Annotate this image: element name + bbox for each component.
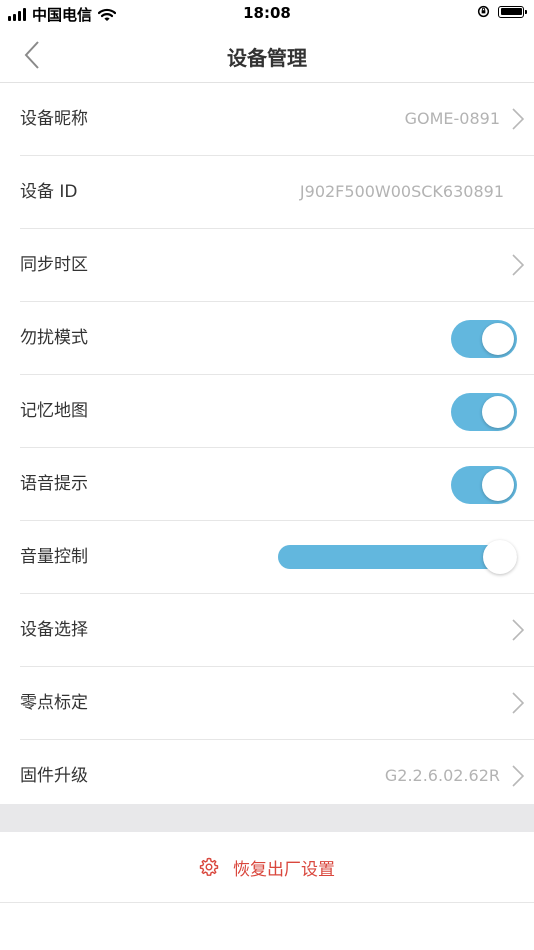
toggle-knob: [482, 469, 514, 501]
row-value: G2.2.6.02.62R: [384, 766, 500, 785]
row-sync-timezone[interactable]: 同步时区: [20, 229, 534, 302]
slider-fill: [278, 545, 500, 569]
volume-slider[interactable]: [278, 539, 517, 575]
memory-map-toggle[interactable]: [451, 393, 517, 431]
battery-icon: [498, 5, 527, 18]
row-device-nickname[interactable]: 设备昵称 GOME-0891: [20, 83, 534, 156]
dnd-toggle[interactable]: [451, 320, 517, 358]
chevron-right-icon: [512, 619, 524, 641]
row-memory-map: 记忆地图: [20, 375, 534, 448]
row-device-id: 设备 ID J902F500W00SCK630891: [20, 156, 534, 229]
toggle-knob: [482, 396, 514, 428]
navigation-bar: 设备管理: [0, 28, 534, 83]
chevron-right-icon: [512, 765, 524, 787]
chevron-right-icon: [512, 692, 524, 714]
row-label: 同步时区: [20, 255, 88, 275]
gear-icon: [199, 857, 219, 876]
voice-prompt-toggle[interactable]: [451, 466, 517, 504]
factory-reset-button[interactable]: 恢复出厂设置: [0, 832, 534, 903]
status-right: [477, 5, 527, 18]
settings-list: 设备昵称 GOME-0891 设备 ID J902F500W00SCK63089…: [0, 83, 534, 812]
row-device-select[interactable]: 设备选择: [20, 594, 534, 667]
slider-thumb[interactable]: [483, 540, 517, 574]
row-label: 零点标定: [20, 693, 88, 713]
row-label: 设备选择: [20, 620, 88, 640]
row-zero-calibration[interactable]: 零点标定: [20, 667, 534, 740]
row-volume-control: 音量控制: [20, 521, 534, 594]
page-title: 设备管理: [227, 46, 307, 70]
row-voice-prompt: 语音提示: [20, 448, 534, 521]
toggle-knob: [482, 323, 514, 355]
orientation-lock-icon: [477, 5, 490, 18]
status-time: 18:08: [243, 4, 291, 22]
chevron-right-icon: [512, 108, 524, 130]
status-bar: 中国电信 18:08: [0, 0, 534, 28]
row-firmware-upgrade[interactable]: 固件升级 G2.2.6.02.62R: [20, 740, 534, 812]
row-label: 记忆地图: [20, 401, 88, 421]
chevron-right-icon: [512, 254, 524, 276]
row-label: 设备昵称: [20, 109, 88, 129]
row-label: 设备 ID: [20, 182, 78, 202]
row-do-not-disturb: 勿扰模式: [20, 302, 534, 375]
row-label: 语音提示: [20, 474, 88, 494]
section-divider: [0, 804, 534, 832]
row-value: J902F500W00SCK630891: [299, 182, 504, 201]
row-label: 勿扰模式: [20, 328, 88, 348]
row-value: GOME-0891: [404, 109, 500, 128]
factory-reset-label: 恢复出厂设置: [233, 859, 335, 880]
row-label: 音量控制: [20, 547, 88, 567]
row-label: 固件升级: [20, 766, 88, 786]
